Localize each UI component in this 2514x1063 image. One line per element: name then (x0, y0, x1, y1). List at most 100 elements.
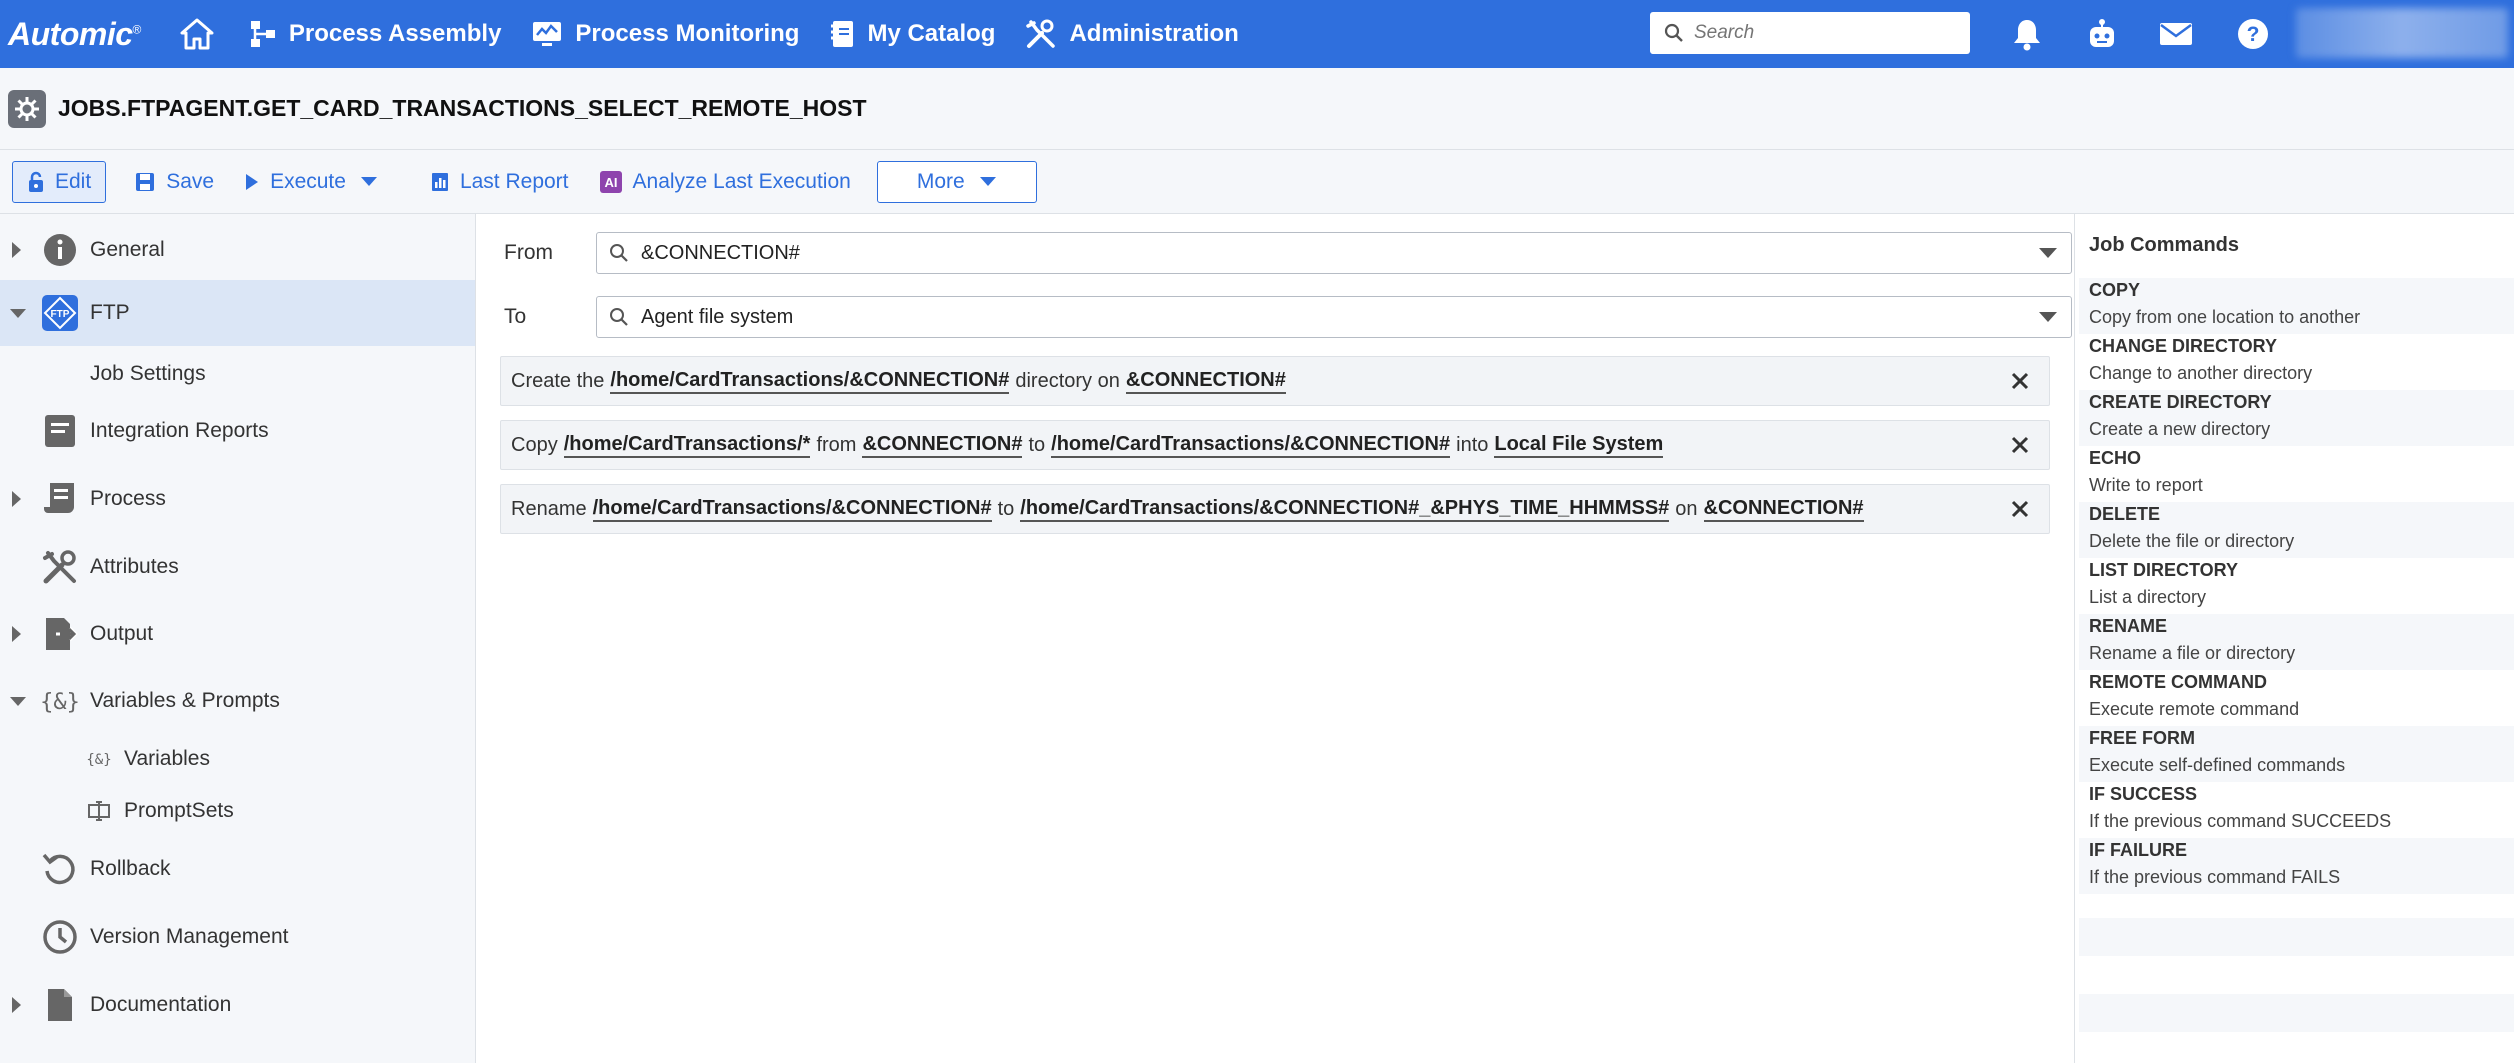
caret-right-icon[interactable] (12, 491, 21, 507)
caret-down-icon[interactable] (10, 696, 26, 706)
nav-administration[interactable]: Administration (1025, 18, 1239, 50)
process-monitoring-icon (533, 22, 562, 46)
report-document-icon (40, 411, 80, 451)
from-combobox[interactable]: &CONNECTION# (596, 232, 2072, 274)
job-command-free-form[interactable]: FREE FORM Execute self-defined commands (2079, 726, 2514, 782)
job-command-remote-command[interactable]: REMOTE COMMAND Execute remote command (2079, 670, 2514, 726)
help-icon[interactable]: ? (2231, 12, 2275, 56)
job-command-if-failure[interactable]: IF FAILURE If the previous command FAILS (2079, 838, 2514, 894)
sidebar-item-variables-prompts[interactable]: {&} Variables & Prompts (0, 676, 475, 726)
svg-text:{&}: {&} (87, 752, 111, 768)
sidebar-item-version-management[interactable]: Version Management (0, 912, 475, 962)
ai-icon: AI (599, 170, 622, 193)
mail-icon[interactable] (2154, 12, 2198, 56)
close-icon[interactable] (2009, 370, 2031, 392)
job-command-delete[interactable]: DELETE Delete the file or directory (2079, 502, 2514, 558)
edit-button[interactable]: Edit (12, 160, 107, 203)
command-row-rename[interactable]: Rename /home/CardTransactions/&CONNECTIO… (500, 484, 2050, 534)
close-icon[interactable] (2009, 434, 2031, 456)
empty-row (2079, 918, 2514, 956)
sidebar-item-documentation[interactable]: Documentation (0, 980, 475, 1030)
empty-row (2079, 1032, 2514, 1063)
last-report-button[interactable]: Last Report (430, 170, 569, 194)
command-row-copy[interactable]: Copy /home/CardTransactions/* from &CONN… (500, 420, 2050, 470)
target-path-parameter[interactable]: /home/CardTransactions/&CONNECTION# (1051, 433, 1451, 458)
target-path-parameter[interactable]: /home/CardTransactions/&CONNECTION#_&PHY… (1020, 497, 1670, 522)
toolbar: Edit Save Execute Last Report AI Analyze… (0, 150, 2514, 214)
host-parameter[interactable]: &CONNECTION# (1125, 369, 1286, 394)
ftp-icon: FTP (40, 293, 80, 333)
path-parameter[interactable]: /home/CardTransactions/&CONNECTION# (610, 369, 1010, 394)
to-row: To Agent file system (504, 296, 2074, 338)
sidebar-item-variables[interactable]: {&} Variables (0, 738, 475, 780)
variables-small-icon: {&} (86, 739, 112, 779)
top-navigation-bar: Automic® Process Assembly Process Monito… (0, 0, 2514, 68)
caret-right-icon[interactable] (12, 626, 21, 642)
sidebar-item-process[interactable]: Process (0, 474, 475, 524)
to-label: To (504, 305, 527, 328)
sidebar-item-attributes[interactable]: Attributes (0, 542, 475, 592)
caret-right-icon[interactable] (12, 997, 21, 1013)
job-command-rename[interactable]: RENAME Rename a file or directory (2079, 614, 2514, 670)
more-button[interactable]: More (876, 160, 1037, 203)
chevron-down-icon[interactable] (2039, 312, 2057, 322)
sidebar-item-output[interactable]: Output (0, 609, 475, 659)
analyze-last-execution-button[interactable]: AI Analyze Last Execution (599, 170, 851, 194)
sidebar-item-ftp[interactable]: FTP FTP (0, 280, 475, 346)
sidebar-item-general[interactable]: General (0, 226, 475, 274)
page-title: JOBS.FTPAGENT.GET_CARD_TRANSACTIONS_SELE… (58, 95, 867, 121)
rollback-icon (40, 849, 80, 889)
nav-my-catalog[interactable]: My Catalog (829, 19, 995, 49)
job-command-echo[interactable]: ECHO Write to report (2079, 446, 2514, 502)
job-command-create-directory[interactable]: CREATE DIRECTORY Create a new directory (2079, 390, 2514, 446)
user-menu[interactable] (2296, 8, 2508, 58)
execute-button[interactable]: Execute (244, 170, 346, 194)
source-path-parameter[interactable]: /home/CardTransactions/* (563, 433, 811, 458)
to-value: Agent file system (641, 305, 794, 328)
global-search[interactable] (1650, 12, 1970, 54)
nav-process-assembly[interactable]: Process Assembly (249, 19, 501, 49)
svg-text:FTP: FTP (51, 309, 70, 320)
search-icon (610, 244, 628, 262)
object-title-bar: JOBS.FTPAGENT.GET_CARD_TRANSACTIONS_SELE… (0, 68, 2514, 150)
save-icon (136, 172, 155, 191)
source-path-parameter[interactable]: /home/CardTransactions/&CONNECTION# (592, 497, 992, 522)
document-icon (40, 985, 80, 1025)
svg-text:AI: AI (604, 175, 617, 190)
search-icon (1664, 23, 1683, 42)
home-icon[interactable] (175, 12, 219, 56)
job-command-change-directory[interactable]: CHANGE DIRECTORY Change to another direc… (2079, 334, 2514, 390)
command-row-create-directory[interactable]: Create the /home/CardTransactions/&CONNE… (500, 356, 2050, 406)
automic-logo[interactable]: Automic® (8, 16, 141, 53)
search-input[interactable] (1694, 22, 1934, 44)
sidebar-item-promptsets[interactable]: PromptSets (0, 790, 475, 832)
from-value: &CONNECTION# (641, 241, 800, 264)
sidebar-item-rollback[interactable]: Rollback (0, 844, 475, 894)
target-system-parameter[interactable]: Local File System (1494, 433, 1664, 458)
assistant-bot-icon[interactable] (2080, 12, 2124, 56)
host-parameter[interactable]: &CONNECTION# (862, 433, 1023, 458)
catalog-icon (831, 21, 854, 47)
job-command-copy[interactable]: COPY Copy from one location to another (2079, 278, 2514, 334)
caret-down-icon[interactable] (10, 308, 26, 318)
job-command-list-directory[interactable]: LIST DIRECTORY List a directory (2079, 558, 2514, 614)
chevron-down-icon[interactable] (2039, 248, 2057, 258)
notifications-bell-icon[interactable] (2005, 12, 2049, 56)
administration-icon (1026, 19, 1056, 48)
process-assembly-icon (250, 21, 275, 47)
ftp-editor: From &CONNECTION# To Agent file system C… (476, 214, 2074, 1063)
nav-process-monitoring[interactable]: Process Monitoring (531, 20, 799, 48)
job-command-if-success[interactable]: IF SUCCESS If the previous command SUCCE… (2079, 782, 2514, 838)
to-combobox[interactable]: Agent file system (596, 296, 2072, 338)
tools-icon (40, 547, 80, 587)
host-parameter[interactable]: &CONNECTION# (1703, 497, 1864, 522)
sidebar-item-integration-reports[interactable]: Integration Reports (0, 406, 475, 456)
caret-right-icon[interactable] (12, 242, 21, 258)
from-label: From (504, 241, 553, 264)
sidebar-item-job-settings[interactable]: Job Settings (0, 352, 475, 396)
close-icon[interactable] (2009, 498, 2031, 520)
svg-text:{&}: {&} (41, 690, 79, 715)
from-row: From &CONNECTION# (504, 232, 2074, 274)
save-button[interactable]: Save (134, 170, 214, 194)
execute-options-dropdown[interactable] (360, 176, 388, 188)
